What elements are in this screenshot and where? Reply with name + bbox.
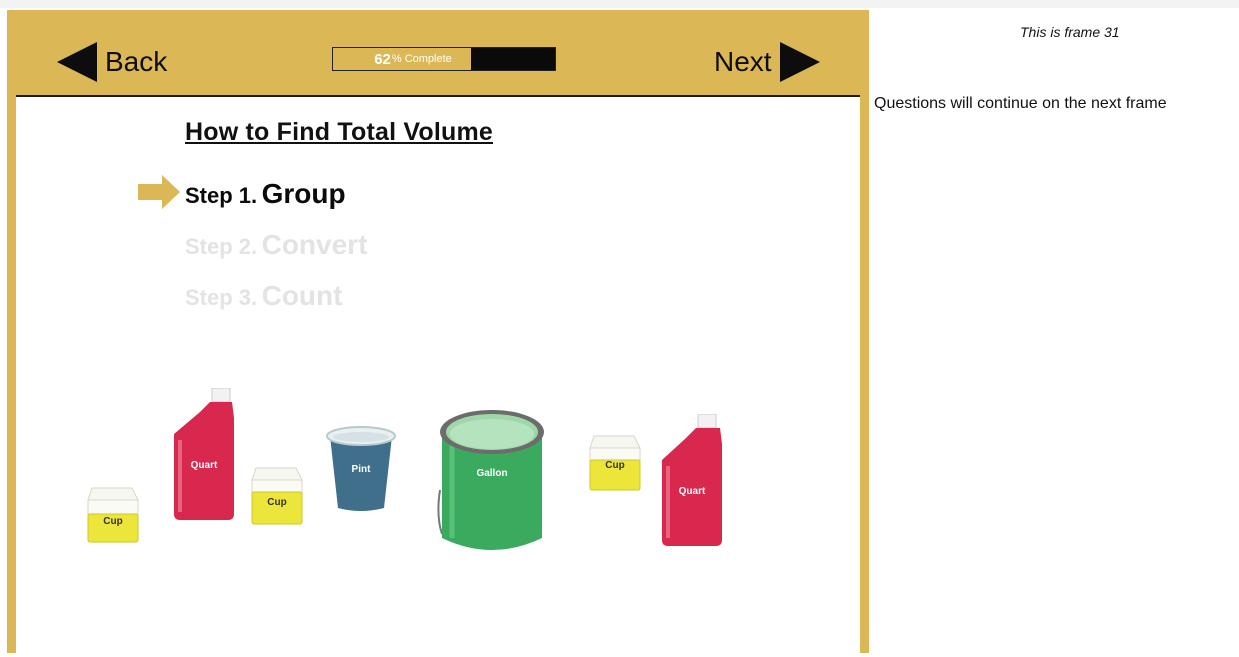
step-2: Step 2. Convert bbox=[185, 229, 367, 261]
gallon-can: Gallon bbox=[434, 406, 550, 556]
progress-label: 62 % Complete bbox=[333, 48, 493, 70]
back-arrow-icon bbox=[57, 42, 97, 82]
cup-carton-2: Cup bbox=[248, 460, 306, 528]
page-title: How to Find Total Volume bbox=[185, 118, 494, 146]
next-label: Next bbox=[714, 46, 772, 77]
step-1-name: Group bbox=[261, 178, 346, 209]
frame-note: This is frame 31 bbox=[1020, 24, 1120, 40]
back-label: Back bbox=[105, 46, 168, 77]
current-step-arrow-icon bbox=[138, 175, 180, 209]
pint-label: Pint bbox=[351, 464, 371, 475]
cup-carton-3: Cup bbox=[586, 428, 644, 494]
cup-label-3: Cup bbox=[605, 460, 625, 471]
progress-suffix: % Complete bbox=[391, 53, 452, 65]
continue-note: Questions will continue on the next fram… bbox=[874, 95, 1167, 112]
next-button[interactable]: Next bbox=[714, 42, 820, 82]
quart-label-1: Quart bbox=[190, 460, 218, 471]
step-3: Step 3. Count bbox=[185, 280, 342, 312]
lesson-frame: Back 62 % Complete Next bbox=[7, 10, 869, 657]
step-2-number: Step 2. bbox=[185, 234, 258, 259]
quart-label-2: Quart bbox=[678, 486, 706, 497]
step-2-name: Convert bbox=[261, 229, 368, 260]
cup-label-2: Cup bbox=[267, 497, 287, 508]
step-3-number: Step 3. bbox=[185, 285, 258, 310]
step-1: Step 1. Group bbox=[185, 178, 346, 210]
quart-bottle-2: Quart bbox=[658, 414, 726, 548]
back-button[interactable]: Back bbox=[57, 42, 168, 82]
progress-percent: 62 bbox=[374, 50, 391, 68]
pint-container: Pint bbox=[324, 424, 398, 512]
gallon-label: Gallon bbox=[476, 468, 508, 479]
step-1-number: Step 1. bbox=[185, 183, 258, 208]
top-divider bbox=[0, 0, 1239, 8]
quart-bottle-1: Quart bbox=[170, 388, 238, 522]
progress-bar: 62 % Complete bbox=[332, 47, 556, 71]
cup-carton-1: Cup bbox=[84, 480, 142, 546]
next-arrow-icon bbox=[779, 42, 820, 82]
step-3-name: Count bbox=[261, 280, 343, 311]
cup-label-1: Cup bbox=[103, 516, 123, 527]
